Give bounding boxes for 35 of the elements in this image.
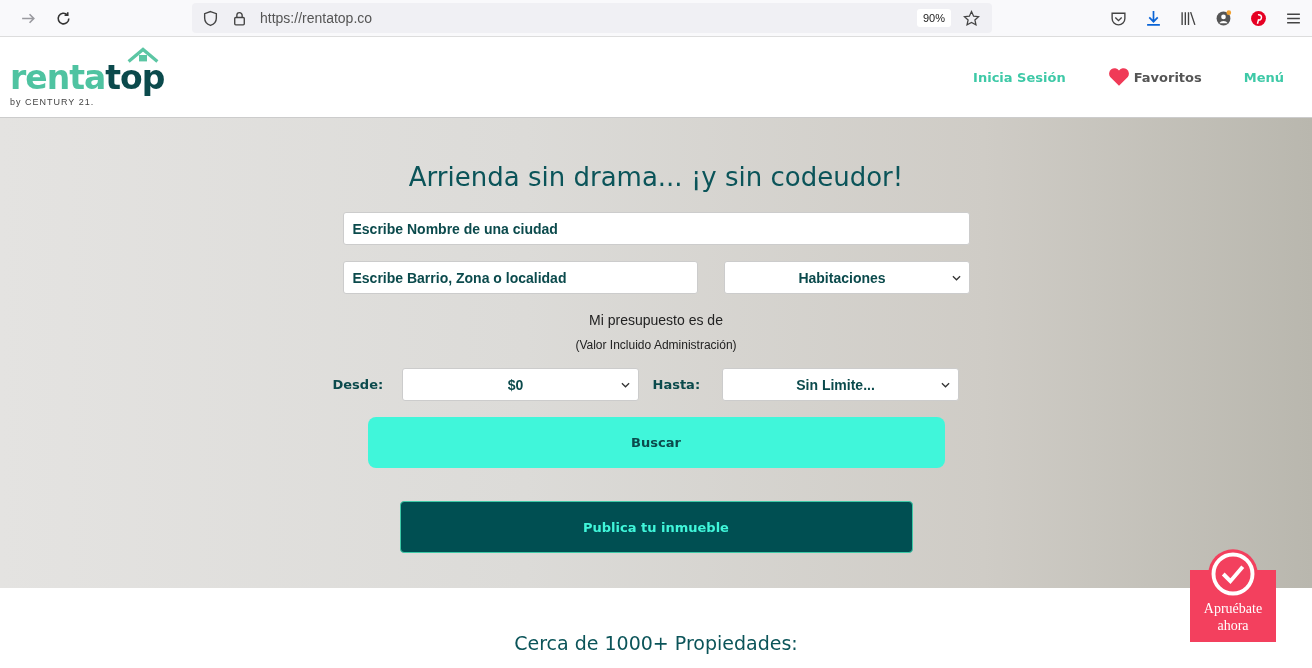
account-icon[interactable] [1215,9,1232,27]
site-logo[interactable]: rentatop by CENTURY 21. [10,47,170,107]
caret-icon [620,381,630,388]
favorites-link[interactable]: Favoritos [1107,67,1202,87]
star-icon[interactable] [963,9,980,27]
to-label: Hasta: [652,377,702,392]
min-price-dropdown[interactable]: $0 [401,368,639,401]
from-label: Desde: [332,377,385,392]
zoom-level[interactable]: 90% [916,9,951,27]
heart-icon [1107,67,1130,87]
library-icon[interactable] [1180,9,1197,27]
reload-icon[interactable] [55,9,72,27]
caret-icon [951,274,961,281]
budget-note: (Valor Incluido Administración) [575,338,737,352]
hero-title: Arrienda sin drama... ¡y sin codeudor! [408,162,904,192]
publish-button[interactable]: Publica tu inmueble [399,501,913,553]
address-bar[interactable]: https://rentatop.co 90% [192,3,992,33]
listing-heading: Cerca de 1000+ Propiedades: [513,632,799,654]
rooms-dropdown[interactable]: Habitaciones [723,261,970,294]
lock-icon [231,9,248,27]
shield-icon[interactable] [202,9,219,27]
pin-logo-icon[interactable] [1250,9,1267,27]
budget-label: Mi presupuesto es de [589,312,723,328]
caret-icon [940,381,950,388]
download-icon[interactable] [1145,9,1162,27]
city-input-field[interactable]: Escribe Nombre de una ciudad [342,212,970,245]
logo-wordmark-dark: top [105,58,165,97]
area-input-field[interactable]: Escribe Barrio, Zona o localidad [342,261,698,294]
approve-badge[interactable]: Apruébate ahora [1190,548,1276,642]
logo-tagline: by CENTURY 21. [10,97,95,107]
max-price-dropdown[interactable]: Sin Limite... [721,368,959,401]
logo-wordmark-light: renta [10,58,106,97]
pocket-icon[interactable] [1110,9,1127,27]
search-button[interactable]: Buscar [367,417,945,468]
url-text: https://rentatop.co [260,10,374,26]
